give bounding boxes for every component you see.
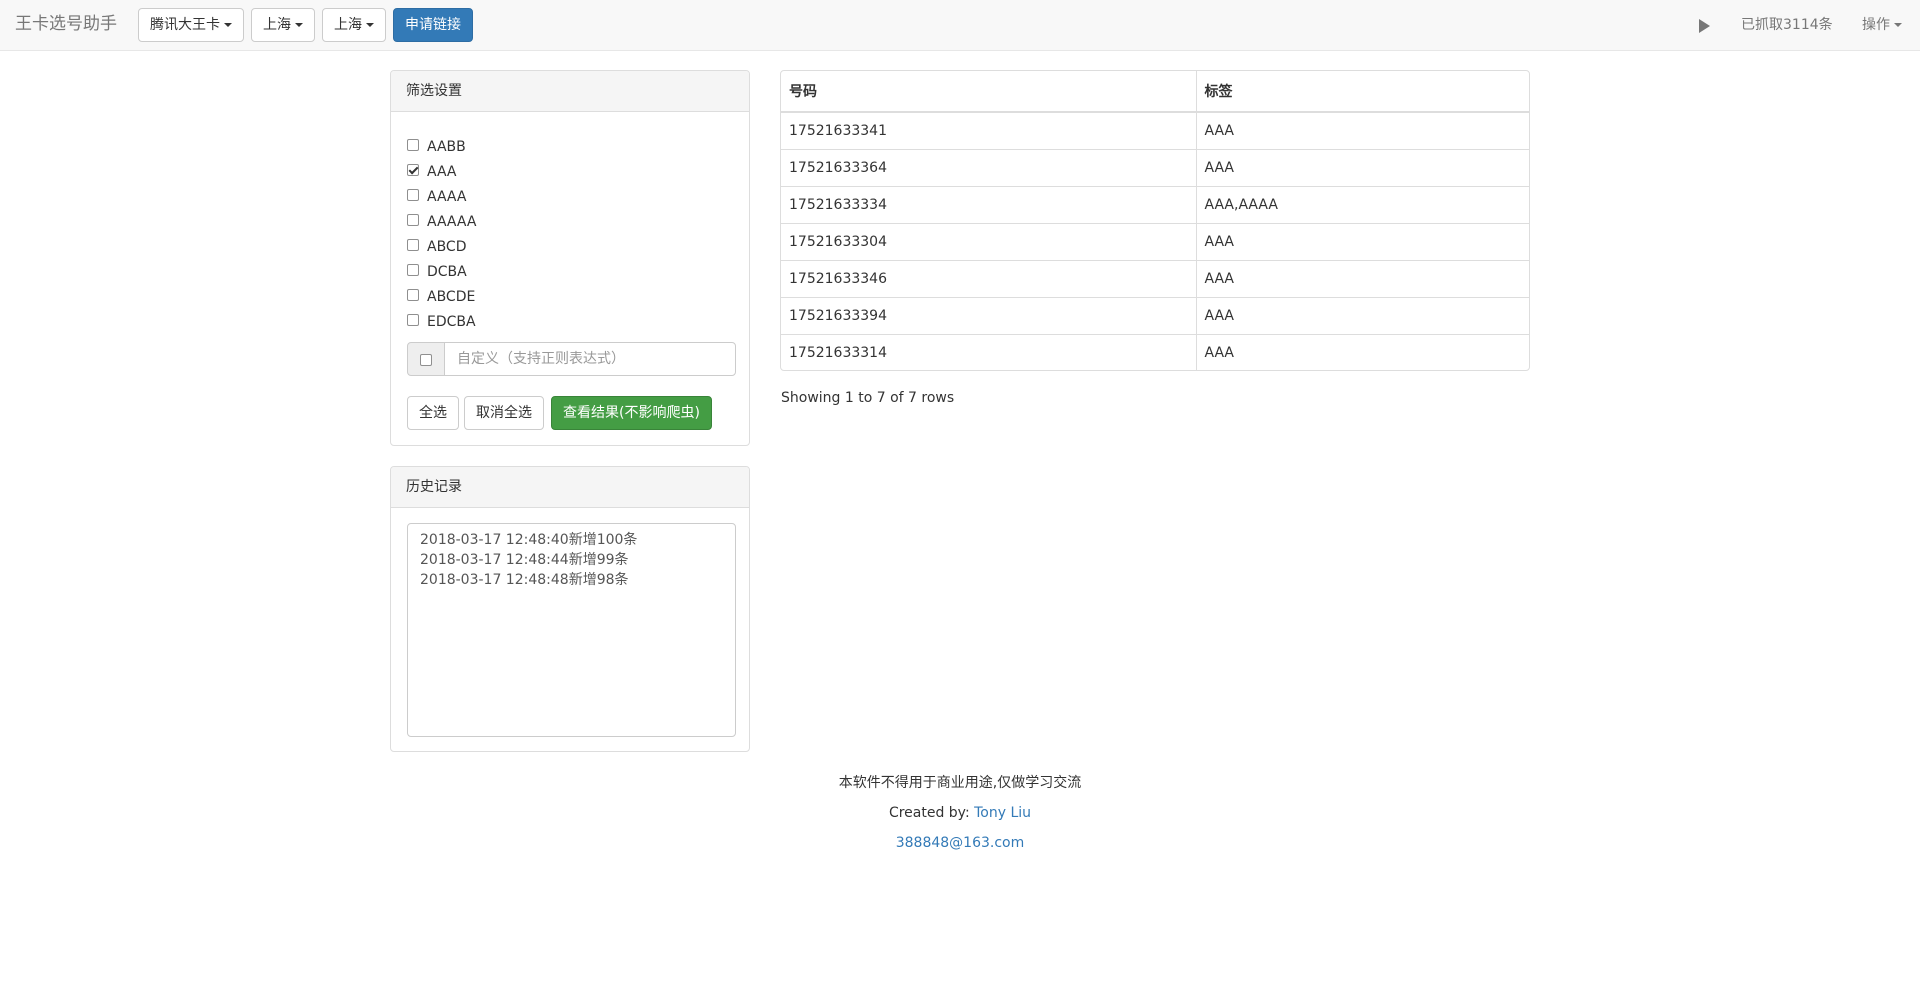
deselect-all-button[interactable]: 取消全选	[464, 396, 544, 430]
filter-panel-title: 筛选设置	[391, 71, 749, 112]
email-link[interactable]: 388848@163.com	[896, 835, 1025, 851]
captured-count: 已抓取3114条	[1741, 17, 1833, 33]
province-dropdown[interactable]: 上海	[251, 8, 315, 42]
cell-tag: AAA	[1196, 112, 1529, 150]
cell-number: 17521633334	[781, 186, 1197, 224]
filter-option[interactable]: ABCDE	[407, 287, 475, 307]
filter-panel: 筛选设置 AABB AAA AAAA AAAAA ABCD DCBA ABCDE EDCBA …	[390, 70, 750, 446]
table-row[interactable]: 17521633346 AAA	[781, 260, 1529, 298]
history-panel: 历史记录 2018-03-17 12:48:40新增100条 2018-03-17…	[390, 466, 750, 752]
filter-option[interactable]: ABCD	[407, 237, 467, 257]
cell-number: 17521633314	[781, 334, 1197, 370]
filter-option-checkbox[interactable]	[407, 264, 419, 276]
filter-option-label: ABCD	[427, 239, 467, 255]
filter-option[interactable]: AAA	[407, 162, 457, 182]
actions-menu-label: 操作	[1862, 17, 1890, 33]
city-dropdown[interactable]: 上海	[322, 8, 386, 42]
filter-option-label: AAA	[427, 164, 457, 180]
filter-option[interactable]: EDCBA	[407, 312, 476, 332]
caret-down-icon	[224, 23, 232, 27]
table-row[interactable]: 17521633334 AAA,AAAA	[781, 186, 1529, 224]
filter-option-checkbox[interactable]	[407, 214, 419, 226]
navbar: 王卡选号助手 腾讯大王卡 上海 上海 申请链接 已抓取3114条 操作	[0, 0, 1920, 51]
filter-option[interactable]: AABB	[407, 137, 466, 157]
cell-tag: AAA	[1196, 149, 1529, 187]
cell-tag: AAA	[1196, 223, 1529, 261]
footer-credits: Created by: Tony Liu	[0, 804, 1920, 822]
filter-option-checkbox[interactable]	[407, 289, 419, 301]
play-icon[interactable]	[1699, 19, 1710, 33]
province-label: 上海	[263, 17, 291, 33]
footer-email: 388848@163.com	[0, 834, 1920, 852]
filter-option-label: EDCBA	[427, 314, 476, 330]
table-row[interactable]: 17521633394 AAA	[781, 297, 1529, 335]
filter-option-label: AABB	[427, 139, 466, 155]
pagination-info: Showing 1 to 7 of 7 rows	[781, 390, 955, 406]
table-row[interactable]: 17521633304 AAA	[781, 223, 1529, 261]
filter-option[interactable]: AAAAA	[407, 212, 476, 232]
history-entry: 2018-03-17 12:48:40新增100条	[420, 532, 638, 548]
select-all-button[interactable]: 全选	[407, 396, 459, 430]
custom-filter-group	[407, 342, 736, 376]
filter-option[interactable]: DCBA	[407, 262, 467, 282]
history-log[interactable]: 2018-03-17 12:48:40新增100条 2018-03-17 12:4…	[407, 523, 736, 737]
cell-tag: AAA	[1196, 260, 1529, 298]
results-table: 号码 标签 17521633341 AAA 17521633364 AAA 175216…	[780, 70, 1530, 371]
table-header-row: 号码 标签	[781, 71, 1529, 113]
column-header-tag[interactable]: 标签	[1196, 71, 1529, 113]
history-entry: 2018-03-17 12:48:48新增98条	[420, 572, 629, 588]
author-link[interactable]: Tony Liu	[974, 805, 1031, 821]
filter-option-checkbox[interactable]	[407, 189, 419, 201]
card-type-dropdown[interactable]: 腾讯大王卡	[138, 8, 244, 42]
filter-option-label: AAAAA	[427, 214, 477, 230]
cell-tag: AAA,AAAA	[1196, 186, 1529, 224]
caret-down-icon	[366, 23, 374, 27]
actions-menu[interactable]: 操作	[1862, 16, 1902, 34]
apply-link-button[interactable]: 申请链接	[393, 8, 473, 42]
cell-number: 17521633346	[781, 260, 1197, 298]
filter-option-label: DCBA	[427, 264, 467, 280]
filter-option-checkbox[interactable]	[407, 164, 419, 176]
filter-option-checkbox[interactable]	[407, 239, 419, 251]
table-row[interactable]: 17521633341 AAA	[781, 112, 1529, 150]
table-row[interactable]: 17521633314 AAA	[781, 334, 1529, 370]
history-entry: 2018-03-17 12:48:44新增99条	[420, 552, 629, 568]
column-header-number[interactable]: 号码	[781, 71, 1197, 113]
caret-down-icon	[295, 23, 303, 27]
cell-number: 17521633364	[781, 149, 1197, 187]
card-type-label: 腾讯大王卡	[150, 17, 220, 33]
city-label: 上海	[334, 17, 362, 33]
filter-option-label: AAAA	[427, 189, 467, 205]
filter-option[interactable]: AAAA	[407, 187, 466, 207]
history-panel-title: 历史记录	[391, 467, 749, 508]
cell-number: 17521633394	[781, 297, 1197, 335]
cell-number: 17521633341	[781, 112, 1197, 150]
cell-number: 17521633304	[781, 223, 1197, 261]
created-by-label: Created by:	[888, 805, 975, 821]
filter-option-label: ABCDE	[427, 289, 476, 305]
custom-filter-input[interactable]	[444, 342, 736, 376]
custom-filter-checkbox[interactable]	[420, 354, 432, 366]
custom-filter-addon	[407, 342, 445, 376]
cell-tag: AAA	[1196, 297, 1529, 335]
filter-option-checkbox[interactable]	[407, 314, 419, 326]
app-brand[interactable]: 王卡选号助手	[15, 14, 117, 34]
filter-option-checkbox[interactable]	[407, 139, 419, 151]
cell-tag: AAA	[1204, 344, 1235, 361]
table-row[interactable]: 17521633364 AAA	[781, 149, 1529, 187]
footer-disclaimer: 本软件不得用于商业用途,仅做学习交流	[838, 775, 1082, 791]
caret-down-icon	[1894, 23, 1902, 27]
view-results-button[interactable]: 查看结果(不影响爬虫)	[551, 396, 712, 430]
